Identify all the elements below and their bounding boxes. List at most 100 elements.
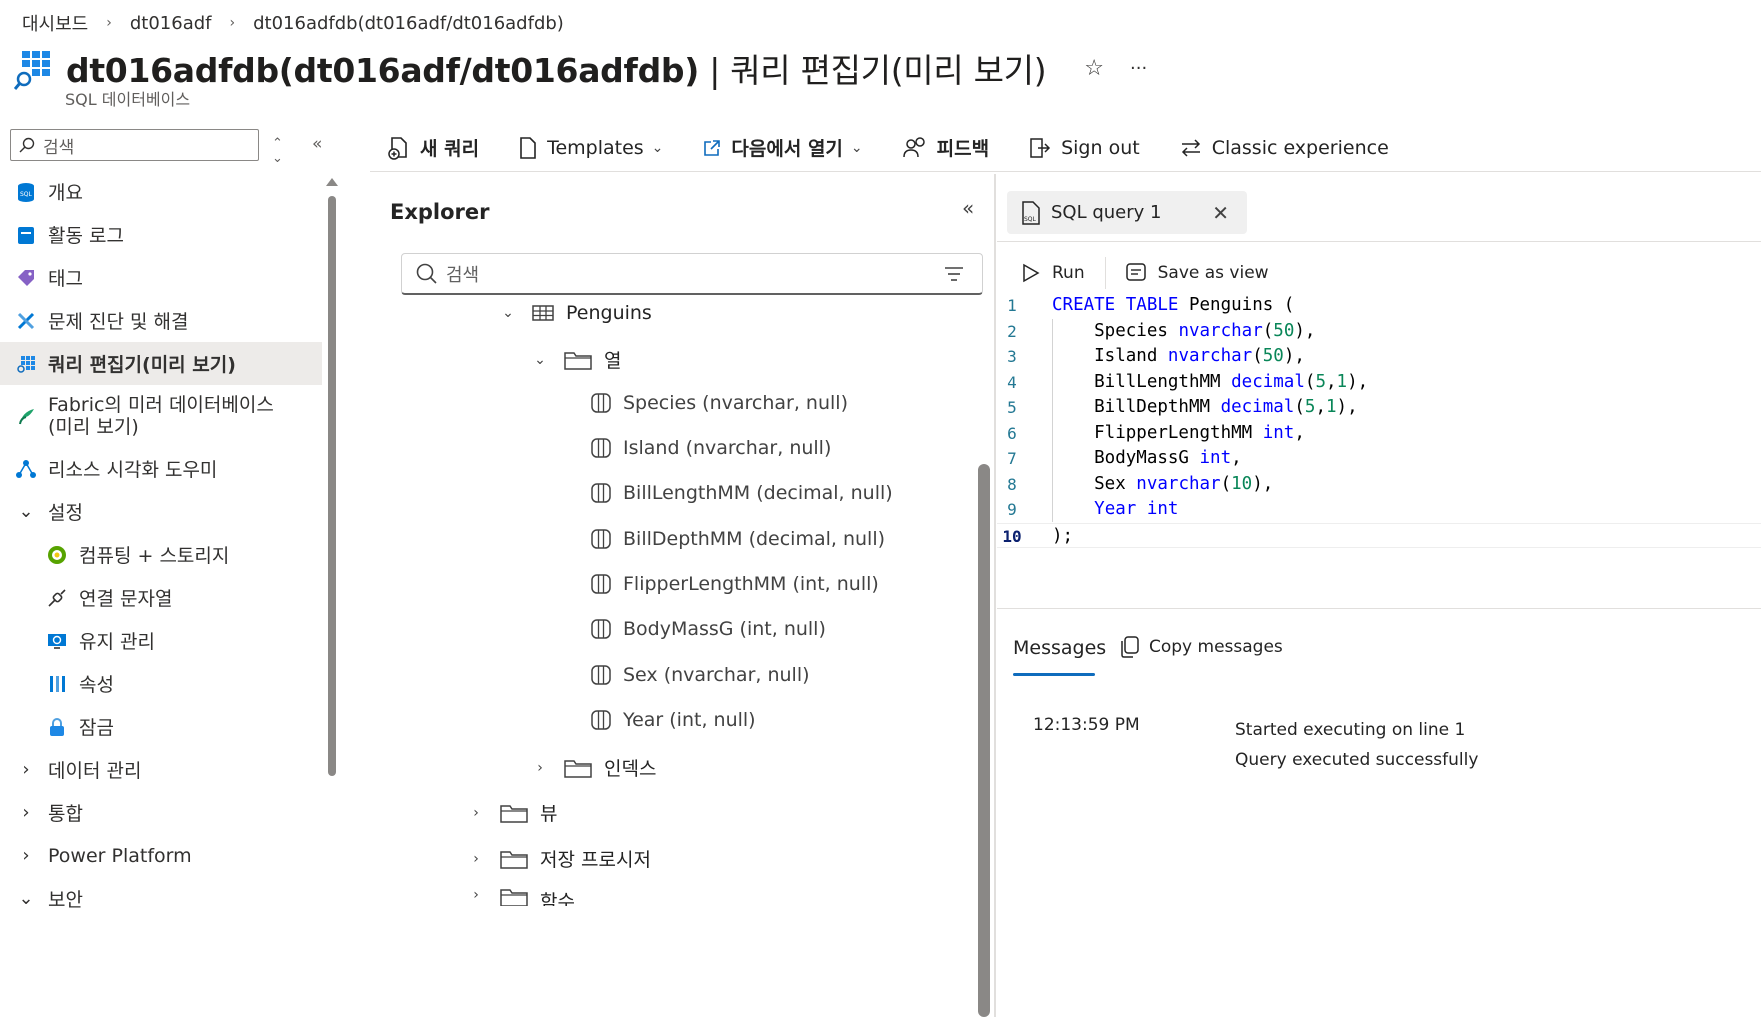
sidebar-scrollbar[interactable]	[326, 178, 338, 906]
sidebar-item-label: 태그	[48, 268, 83, 290]
chevron-right-icon[interactable]: ›	[466, 887, 486, 903]
sidebar-item-overview[interactable]: SQL 개요	[0, 170, 322, 213]
column-icon	[591, 710, 611, 730]
feedback-icon	[902, 136, 927, 159]
sidebar-item-compute-storage[interactable]: 컴퓨팅 + 스토리지	[0, 533, 322, 576]
star-icon[interactable]: ☆	[1084, 56, 1104, 81]
sidebar-item-label: Power Platform	[48, 844, 192, 867]
sidebar-item-resource-visualizer[interactable]: 리소스 시각화 도우미	[0, 447, 322, 490]
copy-messages-button[interactable]: Copy messages	[1121, 636, 1283, 658]
code-line: 4 BillLengthMM decimal(5,1),	[997, 370, 1761, 396]
switch-icon	[1180, 138, 1202, 158]
open-external-icon	[703, 139, 721, 157]
tree-node-column[interactable]: BodyMassG (int, null)	[591, 618, 826, 640]
tab-messages[interactable]: Messages	[1013, 637, 1106, 676]
nav-search-input[interactable]: 검색	[10, 129, 259, 161]
sidebar-item-connection-strings[interactable]: 연결 문자열	[0, 576, 322, 619]
sidebar-group-power-platform[interactable]: › Power Platform	[0, 834, 322, 877]
tree-node-label: Species (nvarchar, null)	[623, 392, 848, 414]
maintenance-icon	[47, 631, 67, 651]
filter-icon[interactable]	[944, 266, 964, 287]
sidebar-item-properties[interactable]: 속성	[0, 662, 322, 705]
sidebar-item-query-editor[interactable]: 쿼리 편집기(미리 보기)	[0, 342, 322, 385]
templates-dropdown[interactable]: Templates ⌄	[519, 137, 663, 159]
sidebar-item-label: 잠금	[79, 717, 114, 739]
tree-node-column[interactable]: Sex (nvarchar, null)	[591, 664, 810, 686]
tree-node-column[interactable]: BillLengthMM (decimal, null)	[591, 482, 893, 504]
explorer-title: Explorer	[390, 200, 490, 224]
breadcrumb-item-dashboard[interactable]: 대시보드	[22, 10, 88, 36]
sign-out-button[interactable]: Sign out	[1029, 137, 1140, 159]
tree-node-label: 함수	[540, 891, 575, 906]
scroll-up-icon[interactable]	[326, 178, 338, 186]
chevron-down-icon: ⌄	[651, 139, 664, 156]
sidebar-group-data-management[interactable]: › 데이터 관리	[0, 748, 322, 791]
tree-node-column[interactable]: Island (nvarchar, null)	[591, 437, 831, 459]
tab-divider	[997, 241, 1761, 242]
message-line: Started executing on line 1	[1235, 720, 1466, 740]
sidebar-item-fabric-mirror[interactable]: Fabric의 미러 데이터베이스(미리 보기)	[0, 385, 322, 447]
sql-database-icon: SQL	[16, 182, 36, 202]
sidebar-item-locks[interactable]: 잠금	[0, 705, 322, 748]
column-icon	[591, 393, 611, 413]
tree-node-functions-folder[interactable]: › 함수	[466, 887, 575, 906]
sidebar: SQL 개요 활동 로그 태그 문제 진단 및 해결 쿼리 편집기(미리 보기)…	[0, 170, 322, 920]
new-query-label: 새 쿼리	[420, 138, 480, 160]
tree-node-columns-folder[interactable]: ⌄ 열	[530, 346, 621, 373]
sidebar-group-integration[interactable]: › 통합	[0, 791, 322, 834]
query-editor: SQL SQL query 1 ✕ Run Save as view 1 CREA…	[997, 174, 1761, 1017]
chevron-down-icon[interactable]: ⌄	[530, 352, 550, 368]
chevron-right-icon[interactable]: ›	[530, 760, 550, 776]
feedback-button[interactable]: 피드백	[902, 134, 989, 161]
tree-node-label: Penguins	[566, 302, 652, 324]
tag-icon	[16, 268, 36, 288]
sidebar-item-diagnose[interactable]: 문제 진단 및 해결	[0, 299, 322, 342]
breadcrumb-item-server[interactable]: dt016adf	[130, 13, 212, 34]
results-splitter[interactable]	[997, 608, 1761, 609]
sidebar-item-tags[interactable]: 태그	[0, 256, 322, 299]
tree-node-column[interactable]: BillDepthMM (decimal, null)	[591, 528, 885, 550]
explorer-search-input[interactable]: 검색	[401, 253, 983, 295]
save-as-view-button[interactable]: Save as view	[1125, 263, 1269, 283]
chevron-right-icon[interactable]: ›	[466, 805, 486, 821]
collapse-explorer-icon[interactable]: «	[962, 196, 974, 220]
chevron-down-icon[interactable]: ⌄	[498, 305, 518, 321]
save-view-icon	[1125, 263, 1146, 283]
more-icon[interactable]: ···	[1130, 58, 1147, 79]
tree-node-column[interactable]: FlipperLengthMM (int, null)	[591, 573, 879, 595]
tree-node-column[interactable]: Species (nvarchar, null)	[591, 392, 848, 414]
code-line: 9 Year int	[997, 497, 1761, 523]
code-line: 1 CREATE TABLE Penguins (	[997, 293, 1761, 319]
search-icon	[19, 137, 35, 153]
resource-visualizer-icon	[16, 459, 36, 479]
chevron-right-icon[interactable]: ›	[466, 851, 486, 867]
line-number: 5	[1007, 398, 1017, 417]
connection-string-icon	[47, 588, 67, 608]
explorer-scrollbar[interactable]	[978, 464, 990, 1017]
sidebar-group-security[interactable]: ⌄ 보안	[0, 877, 322, 920]
scrollbar-thumb[interactable]	[328, 196, 336, 776]
code-line: 7 BodyMassG int,	[997, 446, 1761, 472]
tree-node-column[interactable]: Year (int, null)	[591, 709, 756, 731]
tree-node-views-folder[interactable]: › 뷰	[466, 799, 557, 826]
classic-experience-button[interactable]: Classic experience	[1180, 137, 1389, 159]
tree-node-procedures-folder[interactable]: › 저장 프로시저	[466, 845, 651, 872]
new-query-button[interactable]: 새 쿼리	[388, 134, 479, 161]
collapse-nav-icon[interactable]: «	[312, 134, 322, 154]
code-editor[interactable]: 1 CREATE TABLE Penguins ( 2 Species nvarc…	[997, 293, 1761, 548]
tab-sql-query-1[interactable]: SQL SQL query 1 ✕	[1007, 191, 1247, 234]
sort-icon[interactable]: ⌃ ⌄	[272, 136, 283, 166]
breadcrumb-item-database[interactable]: dt016adfdb(dt016adf/dt016adfdb)	[253, 13, 564, 34]
tree-node-label: 인덱스	[604, 758, 657, 780]
code-line: 8 Sex nvarchar(10),	[997, 472, 1761, 498]
active-tab-indicator	[1013, 673, 1095, 676]
open-in-dropdown[interactable]: 다음에서 열기 ⌄	[703, 134, 863, 161]
sidebar-item-maintenance[interactable]: 유지 관리	[0, 619, 322, 662]
run-button[interactable]: Run	[1022, 263, 1085, 283]
close-icon[interactable]: ✕	[1212, 201, 1229, 225]
sidebar-group-settings[interactable]: ⌄ 설정	[0, 490, 322, 533]
sidebar-item-activity-log[interactable]: 활동 로그	[0, 213, 322, 256]
panel-divider[interactable]	[994, 174, 996, 1017]
tree-node-indexes-folder[interactable]: › 인덱스	[530, 754, 656, 781]
tree-node-table[interactable]: ⌄ Penguins	[498, 302, 652, 324]
